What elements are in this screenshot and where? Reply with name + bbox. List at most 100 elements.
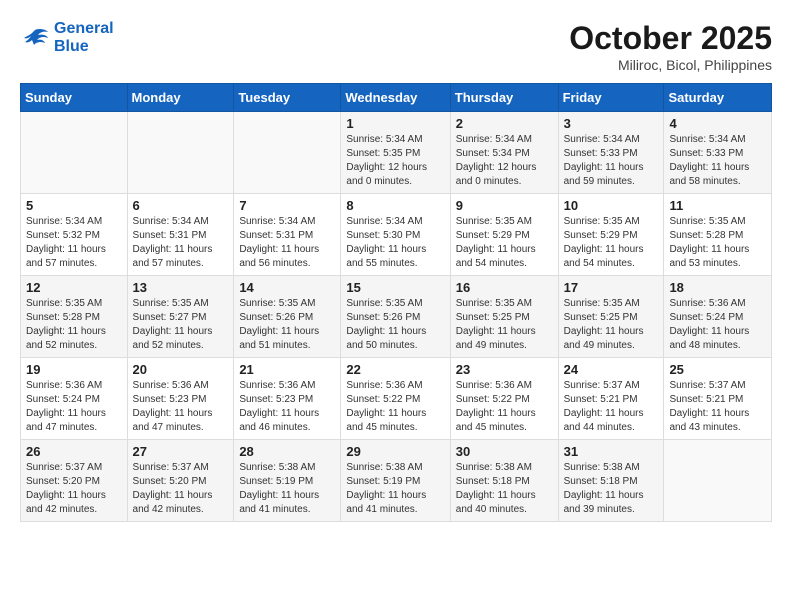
calendar-cell: 28 Sunrise: 5:38 AMSunset: 5:19 PMDayligh… [234,440,341,522]
weekday-header-wednesday: Wednesday [341,84,450,112]
calendar-cell: 1 Sunrise: 5:34 AMSunset: 5:35 PMDaylight… [341,112,450,194]
month-title: October 2025 [569,20,772,57]
location-subtitle: Miliroc, Bicol, Philippines [569,57,772,73]
weekday-header-tuesday: Tuesday [234,84,341,112]
day-number: 6 [133,198,229,213]
weekday-header-thursday: Thursday [450,84,558,112]
calendar-week-row: 12 Sunrise: 5:35 AMSunset: 5:28 PMDayligh… [21,276,772,358]
day-number: 29 [346,444,444,459]
weekday-header-monday: Monday [127,84,234,112]
day-info: Sunrise: 5:37 AMSunset: 5:20 PMDaylight:… [26,461,122,517]
day-info: Sunrise: 5:36 AMSunset: 5:22 PMDaylight:… [346,379,444,435]
calendar-cell: 25Sunrise: 5:37 AMSunset: 5:21 PMDayligh… [664,358,772,440]
day-number: 28 [239,444,335,459]
calendar-cell: 10 Sunrise: 5:35 AMSunset: 5:29 PMDayligh… [558,194,664,276]
calendar-cell: 26 Sunrise: 5:37 AMSunset: 5:20 PMDayligh… [21,440,128,522]
calendar-header: SundayMondayTuesdayWednesdayThursdayFrid… [21,84,772,112]
day-info: Sunrise: 5:34 AMSunset: 5:33 PMDaylight:… [564,133,659,189]
calendar-body: 1 Sunrise: 5:34 AMSunset: 5:35 PMDaylight… [21,112,772,522]
day-number: 26 [26,444,122,459]
day-info: Sunrise: 5:37 AMSunset: 5:21 PMDaylight:… [564,379,659,435]
day-info: Sunrise: 5:35 AMSunset: 5:25 PMDaylight:… [564,297,659,353]
day-number: 24 [564,362,659,377]
day-number: 8 [346,198,444,213]
day-info: Sunrise: 5:34 AMSunset: 5:35 PMDaylight:… [346,133,444,189]
day-info: Sunrise: 5:35 AMSunset: 5:27 PMDaylight:… [133,297,229,353]
weekday-header-friday: Friday [558,84,664,112]
calendar-week-row: 1 Sunrise: 5:34 AMSunset: 5:35 PMDaylight… [21,112,772,194]
day-number: 5 [26,198,122,213]
day-number: 20 [133,362,229,377]
day-number: 3 [564,116,659,131]
calendar-cell: 9 Sunrise: 5:35 AMSunset: 5:29 PMDaylight… [450,194,558,276]
day-info: Sunrise: 5:35 AMSunset: 5:29 PMDaylight:… [564,215,659,271]
calendar-cell: 30 Sunrise: 5:38 AMSunset: 5:18 PMDayligh… [450,440,558,522]
calendar-week-row: 19Sunrise: 5:36 AMSunset: 5:24 PMDayligh… [21,358,772,440]
calendar-cell: 11Sunrise: 5:35 AMSunset: 5:28 PMDayligh… [664,194,772,276]
calendar-cell [664,440,772,522]
day-number: 17 [564,280,659,295]
day-info: Sunrise: 5:35 AMSunset: 5:28 PMDaylight:… [26,297,122,353]
day-number: 18 [669,280,766,295]
day-info: Sunrise: 5:34 AMSunset: 5:31 PMDaylight:… [239,215,335,271]
calendar-cell: 18 Sunrise: 5:36 AMSunset: 5:24 PMDayligh… [664,276,772,358]
calendar-cell: 14 Sunrise: 5:35 AMSunset: 5:26 PMDayligh… [234,276,341,358]
weekday-header-saturday: Saturday [664,84,772,112]
calendar-cell [234,112,341,194]
day-info: Sunrise: 5:34 AMSunset: 5:34 PMDaylight:… [456,133,553,189]
calendar-cell: 27 Sunrise: 5:37 AMSunset: 5:20 PMDayligh… [127,440,234,522]
day-info: Sunrise: 5:35 AMSunset: 5:29 PMDaylight:… [456,215,553,271]
day-info: Sunrise: 5:34 AMSunset: 5:32 PMDaylight:… [26,215,122,271]
day-number: 1 [346,116,444,131]
calendar-cell: 24 Sunrise: 5:37 AMSunset: 5:21 PMDayligh… [558,358,664,440]
calendar-cell: 5 Sunrise: 5:34 AMSunset: 5:32 PMDaylight… [21,194,128,276]
calendar-cell: 22 Sunrise: 5:36 AMSunset: 5:22 PMDayligh… [341,358,450,440]
day-number: 13 [133,280,229,295]
day-info: Sunrise: 5:38 AMSunset: 5:18 PMDaylight:… [456,461,553,517]
calendar-cell: 16 Sunrise: 5:35 AMSunset: 5:25 PMDayligh… [450,276,558,358]
day-number: 4 [669,116,766,131]
logo: General Blue [20,20,114,55]
day-info: Sunrise: 5:34 AMSunset: 5:31 PMDaylight:… [133,215,229,271]
logo-text: General Blue [54,20,114,55]
day-info: Sunrise: 5:35 AMSunset: 5:25 PMDaylight:… [456,297,553,353]
day-number: 21 [239,362,335,377]
day-number: 31 [564,444,659,459]
day-info: Sunrise: 5:36 AMSunset: 5:22 PMDaylight:… [456,379,553,435]
day-number: 25 [669,362,766,377]
day-number: 10 [564,198,659,213]
day-info: Sunrise: 5:38 AMSunset: 5:18 PMDaylight:… [564,461,659,517]
day-info: Sunrise: 5:35 AMSunset: 5:26 PMDaylight:… [239,297,335,353]
day-number: 22 [346,362,444,377]
calendar-cell: 20 Sunrise: 5:36 AMSunset: 5:23 PMDayligh… [127,358,234,440]
day-number: 12 [26,280,122,295]
day-number: 9 [456,198,553,213]
weekday-header-row: SundayMondayTuesdayWednesdayThursdayFrid… [21,84,772,112]
calendar-cell [127,112,234,194]
header: General Blue October 2025 Miliroc, Bicol… [20,20,772,73]
day-number: 7 [239,198,335,213]
day-info: Sunrise: 5:38 AMSunset: 5:19 PMDaylight:… [239,461,335,517]
day-info: Sunrise: 5:37 AMSunset: 5:20 PMDaylight:… [133,461,229,517]
calendar-cell: 31 Sunrise: 5:38 AMSunset: 5:18 PMDayligh… [558,440,664,522]
day-info: Sunrise: 5:36 AMSunset: 5:23 PMDaylight:… [133,379,229,435]
day-info: Sunrise: 5:36 AMSunset: 5:23 PMDaylight:… [239,379,335,435]
calendar-cell: 3 Sunrise: 5:34 AMSunset: 5:33 PMDaylight… [558,112,664,194]
logo-icon [20,26,50,50]
calendar-cell: 29 Sunrise: 5:38 AMSunset: 5:19 PMDayligh… [341,440,450,522]
day-number: 23 [456,362,553,377]
day-number: 16 [456,280,553,295]
calendar-cell: 13 Sunrise: 5:35 AMSunset: 5:27 PMDayligh… [127,276,234,358]
day-number: 27 [133,444,229,459]
day-info: Sunrise: 5:35 AMSunset: 5:28 PMDaylight:… [669,215,766,271]
day-info: Sunrise: 5:34 AMSunset: 5:33 PMDaylight:… [669,133,766,189]
calendar-table: SundayMondayTuesdayWednesdayThursdayFrid… [20,83,772,522]
calendar-cell: 19Sunrise: 5:36 AMSunset: 5:24 PMDayligh… [21,358,128,440]
day-number: 14 [239,280,335,295]
calendar-cell: 17 Sunrise: 5:35 AMSunset: 5:25 PMDayligh… [558,276,664,358]
day-info: Sunrise: 5:38 AMSunset: 5:19 PMDaylight:… [346,461,444,517]
day-info: Sunrise: 5:36 AMSunset: 5:24 PMDaylight:… [26,379,122,435]
day-number: 30 [456,444,553,459]
calendar-week-row: 26 Sunrise: 5:37 AMSunset: 5:20 PMDayligh… [21,440,772,522]
day-info: Sunrise: 5:36 AMSunset: 5:24 PMDaylight:… [669,297,766,353]
